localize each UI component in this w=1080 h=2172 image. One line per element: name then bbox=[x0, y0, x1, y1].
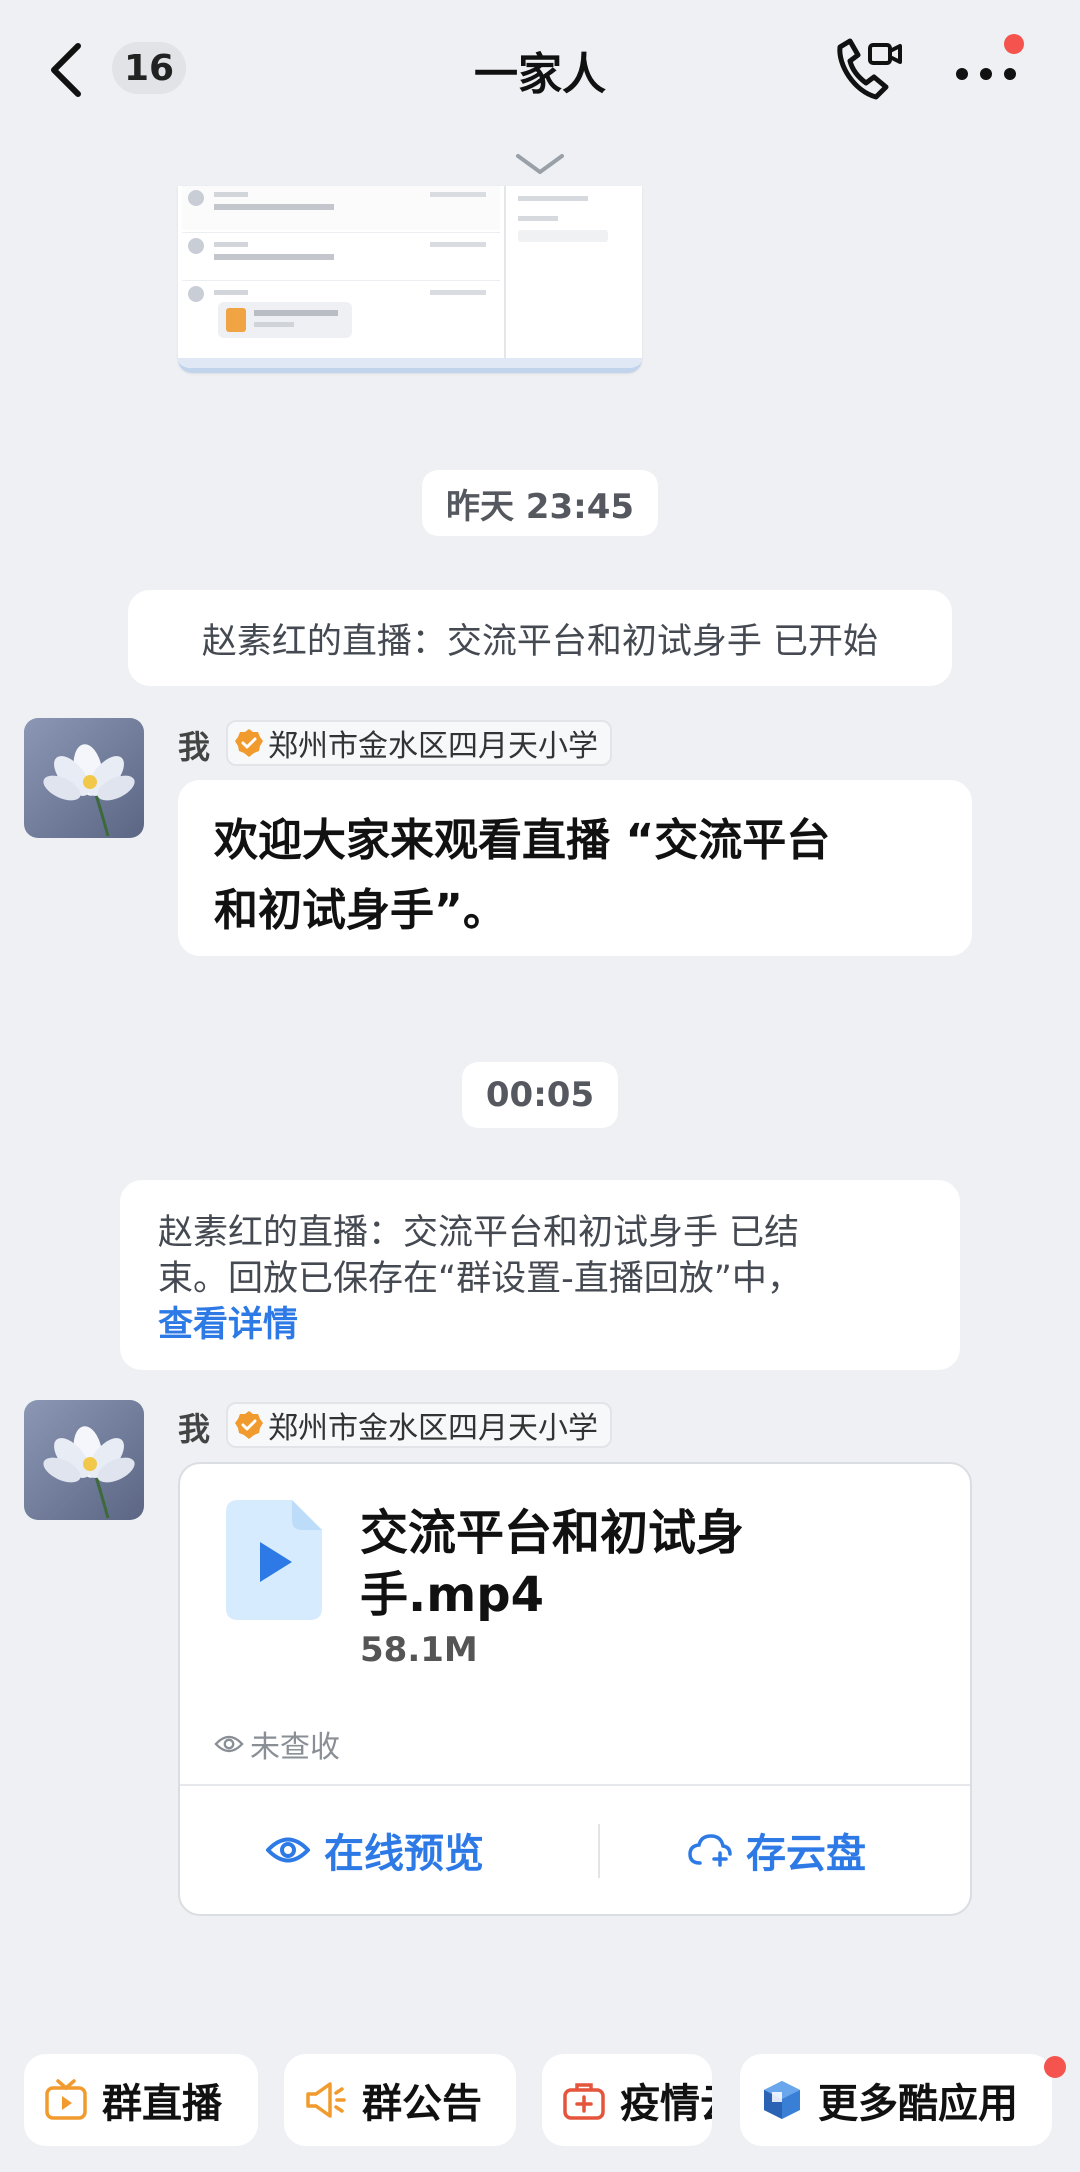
cloud-plus-icon bbox=[688, 1834, 732, 1867]
timestamp: 00:05 bbox=[462, 1062, 618, 1128]
more-options-button[interactable] bbox=[952, 50, 1030, 90]
eye-icon bbox=[266, 1837, 310, 1863]
save-to-cloud-button[interactable]: 存云盘 bbox=[688, 1812, 866, 1888]
call-button[interactable] bbox=[830, 35, 906, 107]
toolbar-group-live[interactable]: 群直播 bbox=[24, 2054, 258, 2146]
avatar[interactable] bbox=[24, 718, 144, 838]
screenshot-thumbnail[interactable] bbox=[178, 186, 642, 373]
toolbar-group-announcement[interactable]: 群公告 bbox=[284, 2054, 516, 2146]
file-card[interactable]: 交流平台和初试身 手.mp4 58.1M 未查收 在线预览 存云盘 bbox=[178, 1462, 972, 1916]
organization-name: 郑州市金水区四月天小学 bbox=[268, 729, 598, 764]
system-text-line: 束。回放已保存在“群设置-直播回放”中， bbox=[158, 1259, 802, 1299]
toolbar-epidemic-cloud[interactable]: 疫情云 bbox=[542, 2054, 712, 2146]
video-file-icon bbox=[226, 1500, 322, 1620]
cube-icon bbox=[764, 2081, 800, 2119]
verified-badge-icon bbox=[235, 729, 263, 757]
megaphone-icon bbox=[306, 2082, 346, 2118]
toolbar-more-apps[interactable]: 更多酷应用 bbox=[740, 2054, 1052, 2146]
medkit-icon bbox=[563, 2083, 605, 2120]
lotus-avatar-image bbox=[24, 718, 144, 838]
file-size: 58.1M bbox=[360, 1630, 478, 1670]
system-message-live-started: 赵素红的直播：交流平台和初试身手 已开始 bbox=[128, 590, 952, 686]
lotus-avatar-image bbox=[24, 1400, 144, 1520]
view-details-link[interactable]: 查看详情 bbox=[158, 1302, 924, 1348]
message-bubble[interactable]: 欢迎大家来观看直播 “交流平台 和初试身手”。 bbox=[178, 780, 972, 956]
organization-tag[interactable]: 郑州市金水区四月天小学 bbox=[226, 720, 612, 766]
phone-video-icon bbox=[837, 38, 902, 100]
sender-name: 我 bbox=[178, 1410, 211, 1448]
divider bbox=[180, 1784, 970, 1786]
avatar[interactable] bbox=[24, 1400, 144, 1520]
chat-title: 一家人 bbox=[474, 49, 606, 100]
message-text-line: 和初试身手”。 bbox=[214, 885, 507, 936]
notification-dot bbox=[1004, 34, 1024, 54]
notification-dot bbox=[1044, 2056, 1066, 2078]
organization-tag[interactable]: 郑州市金水区四月天小学 bbox=[226, 1402, 612, 1448]
sender-name: 我 bbox=[178, 728, 211, 766]
online-preview-button[interactable]: 在线预览 bbox=[266, 1812, 484, 1888]
organization-name: 郑州市金水区四月天小学 bbox=[268, 1411, 598, 1446]
message-text-line: 欢迎大家来观看直播 “交流平台 bbox=[214, 815, 831, 866]
eye-icon bbox=[214, 1735, 244, 1753]
chevron-down-icon[interactable] bbox=[512, 150, 568, 178]
read-status: 未查收 bbox=[214, 1722, 340, 1766]
system-message-live-ended: 赵素红的直播：交流平台和初试身手 已结 束。回放已保存在“群设置-直播回放”中，… bbox=[120, 1180, 960, 1370]
divider bbox=[598, 1824, 600, 1878]
file-name: 交流平台和初试身 手.mp4 bbox=[360, 1505, 745, 1623]
more-dots-icon bbox=[956, 68, 1016, 80]
system-text-line: 赵素红的直播：交流平台和初试身手 已结 bbox=[158, 1213, 800, 1253]
tv-icon bbox=[45, 2079, 87, 2120]
screenshot-image bbox=[178, 186, 642, 368]
verified-badge-icon bbox=[235, 1411, 263, 1439]
timestamp: 昨天 23:45 bbox=[422, 470, 658, 536]
